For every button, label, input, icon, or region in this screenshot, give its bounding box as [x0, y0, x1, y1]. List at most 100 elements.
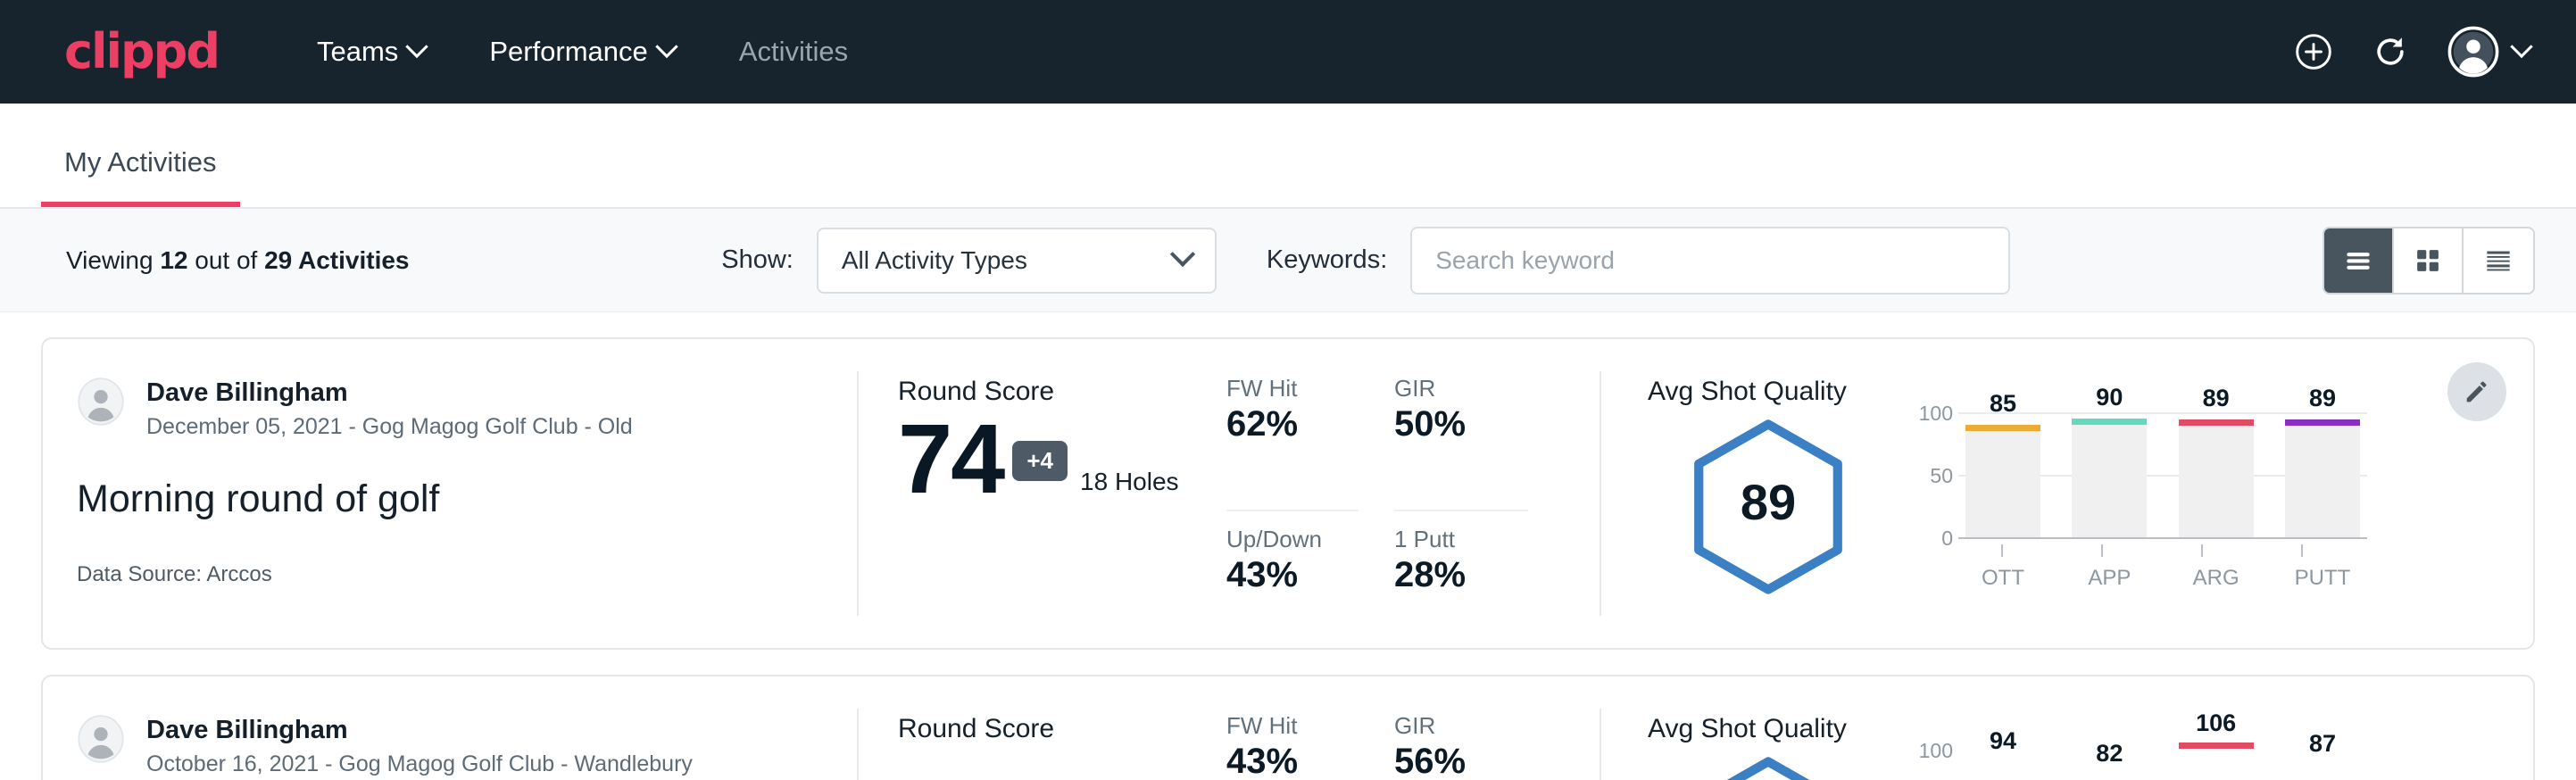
- avatar: [77, 714, 125, 764]
- chevron-down-icon: [406, 36, 428, 58]
- round-stats-grid: FW Hit 62% GIR 50% Up/Down 43% 1 Putt 28…: [1216, 339, 1600, 648]
- refresh-button[interactable]: [2371, 32, 2410, 71]
- activity-author-text: Dave Billingham October 16, 2021 - Gog M…: [146, 714, 693, 777]
- stat-one-putt: 1 Putt 28%: [1394, 526, 1528, 648]
- keywords-group: Keywords:: [1267, 227, 2010, 295]
- clippd-logo[interactable]: clippd: [64, 28, 219, 76]
- activity-card-list: Dave Billingham December 05, 2021 - Gog …: [0, 312, 2576, 780]
- bar-ott-value: 94: [1990, 727, 2016, 755]
- stat-one-putt-value: 28%: [1394, 555, 1528, 595]
- filter-bar: Viewing 12 out of 29 Activities Show: Al…: [0, 209, 2576, 312]
- bar-putt-cap: [2285, 419, 2360, 426]
- activity-summary: Dave Billingham October 16, 2021 - Gog M…: [43, 676, 857, 780]
- tab-my-activities[interactable]: My Activities: [41, 146, 240, 207]
- view-mode-grid-button[interactable]: [2394, 228, 2464, 293]
- round-score-section: Round Score: [859, 676, 1216, 780]
- bar-arg[interactable]: 89: [2179, 412, 2254, 537]
- avg-shot-quality-value: 89: [1648, 473, 1889, 531]
- stat-gir-value: 50%: [1394, 404, 1528, 444]
- stat-fw-hit-label: FW Hit: [1226, 375, 1359, 402]
- round-score-value: 74: [898, 411, 1003, 509]
- bar-putt-body: [2285, 426, 2360, 537]
- refresh-icon: [2371, 32, 2410, 71]
- activity-card[interactable]: Dave Billingham October 16, 2021 - Gog M…: [41, 675, 2535, 780]
- bar-putt-value: 89: [2309, 385, 2336, 412]
- view-mode-compact-button[interactable]: [2464, 228, 2533, 293]
- activity-author: Dave Billingham October 16, 2021 - Gog M…: [77, 714, 857, 777]
- stat-gir-label: GIR: [1394, 712, 1528, 740]
- avg-shot-quality-body: 89 100 50 0 85: [1648, 412, 2533, 596]
- y-axis-tick-0: 0: [1903, 527, 1953, 551]
- stat-fw-hit-value: 62%: [1226, 404, 1359, 444]
- show-filter-group: Show: All Activity Types Keywords:: [721, 227, 2010, 295]
- x-tick-putt: [2301, 544, 2303, 557]
- bar-ott[interactable]: 94: [1965, 750, 2040, 780]
- viewing-suffix: Activities: [292, 246, 409, 274]
- bar-app-value: 90: [2096, 384, 2123, 411]
- y-axis-tick-50: 50: [1903, 464, 1953, 488]
- bar-group: 85 90 89: [1965, 412, 2360, 537]
- stat-up-down-label: Up/Down: [1226, 526, 1359, 553]
- activity-summary: Dave Billingham December 05, 2021 - Gog …: [43, 339, 857, 648]
- bar-ott-body: [1965, 431, 2040, 537]
- activity-meta: December 05, 2021 - Gog Magog Golf Club …: [146, 414, 633, 440]
- view-mode-list-button[interactable]: [2324, 228, 2394, 293]
- shot-quality-bar-chart: 100 50 0 85 90: [1903, 412, 2367, 591]
- navbar-actions: [2294, 26, 2530, 78]
- edit-activity-button[interactable]: [2447, 362, 2506, 421]
- stat-gir-value: 56%: [1394, 742, 1528, 780]
- y-axis-tick-100: 100: [1903, 739, 1953, 763]
- stat-fw-hit-value: 43%: [1226, 742, 1359, 780]
- bar-app-cap: [2072, 419, 2147, 425]
- activity-type-select[interactable]: All Activity Types: [817, 228, 1217, 294]
- x-tick-arg: [2201, 544, 2203, 557]
- avg-shot-quality-body: 100 94 82 106 87: [1648, 750, 2533, 780]
- nav-item-performance[interactable]: Performance: [457, 36, 706, 68]
- shot-quality-hexagon: 89: [1648, 412, 1889, 596]
- compact-view-icon: [2481, 244, 2515, 278]
- account-menu-button[interactable]: [2447, 26, 2530, 78]
- bar-group: 94 82 106 87: [1965, 750, 2360, 780]
- avg-shot-quality-label: Avg Shot Quality: [1648, 714, 2533, 744]
- y-axis-tick-100: 100: [1903, 402, 1953, 426]
- x-label-putt: PUTT: [2285, 566, 2360, 591]
- avatar: [77, 377, 125, 427]
- grid-view-icon: [2411, 244, 2445, 278]
- bar-putt[interactable]: 87: [2285, 750, 2360, 780]
- activity-card[interactable]: Dave Billingham December 05, 2021 - Gog …: [41, 337, 2535, 650]
- shot-quality-bar-chart: 100 94 82 106 87: [1903, 750, 2367, 780]
- activity-author-name: Dave Billingham: [146, 714, 693, 746]
- add-activity-button[interactable]: [2294, 32, 2333, 71]
- bar-arg-value: 106: [2196, 709, 2236, 737]
- tab-my-activities-label: My Activities: [64, 146, 217, 178]
- nav-item-teams[interactable]: Teams: [285, 36, 457, 68]
- x-label-app: APP: [2072, 566, 2147, 591]
- bar-arg-body: [2179, 426, 2254, 537]
- chevron-down-icon: [2510, 36, 2532, 58]
- avg-shot-quality-section: Avg Shot Quality 100 94 82: [1601, 676, 2533, 780]
- viewing-prefix: Viewing: [66, 246, 160, 274]
- search-input[interactable]: [1410, 227, 2010, 295]
- activity-author-text: Dave Billingham December 05, 2021 - Gog …: [146, 377, 633, 440]
- viewing-mid: out of: [187, 246, 264, 274]
- x-label-ott: OTT: [1965, 566, 2040, 591]
- bar-arg-value: 89: [2203, 385, 2230, 412]
- list-view-icon: [2341, 244, 2375, 278]
- nav-item-activities[interactable]: Activities: [707, 36, 880, 68]
- bar-arg[interactable]: 106: [2179, 750, 2254, 780]
- bar-putt[interactable]: 89: [2285, 412, 2360, 537]
- pencil-icon: [2462, 377, 2492, 407]
- plus-circle-icon: [2294, 32, 2333, 71]
- tab-bar: My Activities: [0, 104, 2576, 209]
- round-score-label: Round Score: [898, 714, 1216, 744]
- activity-author: Dave Billingham December 05, 2021 - Gog …: [77, 377, 857, 440]
- viewing-count-text: Viewing 12 out of 29 Activities: [66, 246, 410, 275]
- stat-fw-hit: FW Hit 43%: [1226, 712, 1359, 780]
- bar-putt-value: 87: [2309, 730, 2336, 758]
- bar-ott[interactable]: 85: [1965, 412, 2040, 537]
- viewing-count: 12: [160, 246, 187, 274]
- score-delta-badge: +4: [1012, 441, 1068, 481]
- bar-app[interactable]: 82: [2072, 750, 2147, 780]
- bar-app[interactable]: 90: [2072, 412, 2147, 537]
- activity-type-select-value: All Activity Types: [842, 246, 1027, 275]
